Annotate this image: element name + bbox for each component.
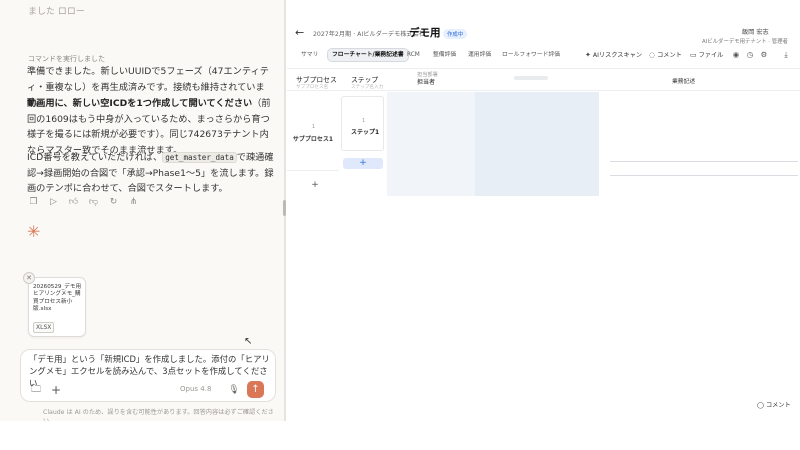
- description-line-1: [610, 161, 798, 162]
- file-label: ファイル: [698, 52, 724, 59]
- folder-icon[interactable]: 🗀: [29, 383, 43, 397]
- user-name: 飯岡 宏志: [742, 29, 769, 36]
- web-app-panel: ← 2027年2月期 · AIビルダーデモ株式会社 デモ用 作成中 飯岡 宏志 …: [287, 0, 800, 421]
- add-step-button[interactable]: +: [343, 158, 383, 169]
- subprocess-number: 1: [312, 124, 316, 130]
- comment-icon: ◌: [649, 51, 656, 59]
- column-header-divider: [287, 90, 800, 91]
- app-header: ← 2027年2月期 · AIビルダーデモ株式会社 デモ用 作成中 飯岡 宏志 …: [287, 22, 800, 46]
- ai-icon: ✦: [585, 51, 591, 59]
- tab-rollforward-evaluation[interactable]: ロールフォワード評価: [498, 48, 564, 62]
- tab-operation-evaluation[interactable]: 運用評価: [464, 48, 495, 62]
- chat-panel: ました ロロー コマンドを実行しました 準備できました。新しいUUIDで5フェー…: [0, 0, 284, 421]
- download-icon[interactable]: ⤓: [781, 49, 791, 61]
- model-selector[interactable]: Opus 4.8: [180, 385, 211, 393]
- user-organization: AIビルダーデモ用テナント · 管理者: [702, 39, 788, 45]
- thumbs-down-icon[interactable]: 👎︎: [88, 196, 99, 207]
- attachment-type-badge: XLSX: [33, 322, 55, 333]
- header-divider: [287, 68, 800, 69]
- share-icon[interactable]: ⋔: [128, 196, 139, 207]
- microphone-icon[interactable]: 🎙︎: [228, 383, 240, 397]
- ai-risk-scan-button[interactable]: ✦ AIリスクスキャン: [585, 48, 642, 62]
- description-line-2: [610, 175, 798, 176]
- resize-handle[interactable]: [283, 200, 286, 216]
- history-icon[interactable]: ◷: [745, 49, 755, 61]
- file-icon: ▭: [690, 51, 697, 59]
- column-header-blurred: [514, 76, 548, 80]
- inline-code: get_master_data: [162, 152, 237, 163]
- comment-label: コメント: [657, 52, 682, 59]
- send-button[interactable]: ↑: [247, 381, 264, 398]
- assistant-paragraph-3: ICD番号を教えていただければ、 get_master_data で疎通確認→録画開…: [27, 150, 277, 197]
- view-icon[interactable]: ◉: [731, 49, 741, 61]
- column-header-department: 担当部署 担当者: [417, 72, 438, 87]
- tab-design-evaluation[interactable]: 整備評価: [429, 48, 460, 62]
- column-header-person-label: 担当者: [417, 79, 436, 86]
- add-subprocess-button[interactable]: +: [308, 178, 322, 192]
- lane-column-1: [387, 92, 472, 196]
- bottom-margin: [0, 421, 800, 450]
- step-number: 1: [362, 118, 366, 124]
- comment-bubble-icon: ◯: [757, 402, 764, 409]
- tab-flowchart[interactable]: フローチャート/業務記述書: [327, 48, 409, 62]
- attachment-name: 20260529_デモ用ヒアリングメモ_購買プロセス新小版.xlsx: [33, 284, 82, 313]
- assistant-paragraph-2-bold: 動画用に、新しい空ICDを1つ作成して開いてください: [27, 98, 253, 109]
- assistant-paragraph-3-pre: ICD番号を教えていただければ、: [27, 152, 163, 163]
- subprocess-label[interactable]: サブプロセス1: [289, 134, 337, 143]
- message-composer[interactable]: 「デモ用」という「新規ICD」を作成しました。添付の「ヒアリングメモ」エクセルを…: [20, 349, 276, 402]
- column-header-step-label: ステップ: [351, 76, 379, 84]
- status-badge: 作成中: [443, 29, 468, 39]
- step-card[interactable]: 1 ステップ1: [341, 96, 384, 151]
- column-header-subprocess-label: サブプロセス: [296, 76, 337, 84]
- lane-column-3: [475, 92, 599, 196]
- column-header-subprocess: サブプロセス サブプロセス名: [296, 74, 337, 90]
- tab-summary[interactable]: サマリ: [297, 48, 322, 62]
- file-button[interactable]: ▭ ファイル: [690, 48, 723, 62]
- message-actions: ❐ ▷ 👍︎ 👎︎ ↻ ⋔: [28, 196, 139, 207]
- copy-icon[interactable]: ❐: [28, 196, 39, 207]
- row-divider: [287, 170, 339, 171]
- assistant-paragraph-2: 動画用に、新しい空ICDを1つ作成して開いてください（前回の1609はもう中身が…: [27, 96, 277, 158]
- claude-sparkle-icon: ✳: [27, 222, 41, 241]
- previous-message-fragment: ました ロロー: [28, 7, 85, 17]
- thumbs-up-icon[interactable]: 👍︎: [68, 196, 79, 207]
- disclaimer: Claude は AI のため、誤りを含む可能性があります。回答内容は必ずご確認…: [43, 409, 274, 421]
- ai-risk-scan-label: AIリスクスキャン: [592, 52, 643, 59]
- play-icon[interactable]: ▷: [48, 196, 59, 207]
- tab-rcm[interactable]: RCM: [403, 48, 424, 62]
- settings-icon[interactable]: ⚙: [759, 49, 769, 61]
- tab-toolbar: サマリ フローチャート/業務記述書 RCM 整備評価 運用評価 ロールフォワード…: [287, 46, 800, 65]
- retry-icon[interactable]: ↻: [108, 196, 119, 207]
- mouse-cursor-icon: ↖: [244, 336, 253, 347]
- column-header-step: ステップ ステップ名入力: [351, 74, 383, 90]
- back-arrow-icon[interactable]: ←: [295, 26, 304, 39]
- step-label: ステップ1: [351, 129, 380, 136]
- floating-comment-button[interactable]: ◯ コメント: [757, 400, 791, 409]
- remove-attachment-icon[interactable]: ✕: [23, 272, 35, 284]
- add-icon[interactable]: +: [49, 383, 63, 397]
- attachment-card[interactable]: ✕ 20260529_デモ用ヒアリングメモ_購買プロセス新小版.xlsx XLS…: [23, 272, 86, 337]
- comment-button[interactable]: ◌ コメント: [649, 48, 682, 62]
- command-executed-note[interactable]: コマンドを実行しました: [28, 54, 105, 64]
- column-header-department-label: 担当部署: [417, 72, 438, 78]
- column-header-description: 業務記述: [672, 79, 696, 85]
- page-title: デモ用: [409, 27, 441, 39]
- floating-comment-label: コメント: [765, 402, 791, 409]
